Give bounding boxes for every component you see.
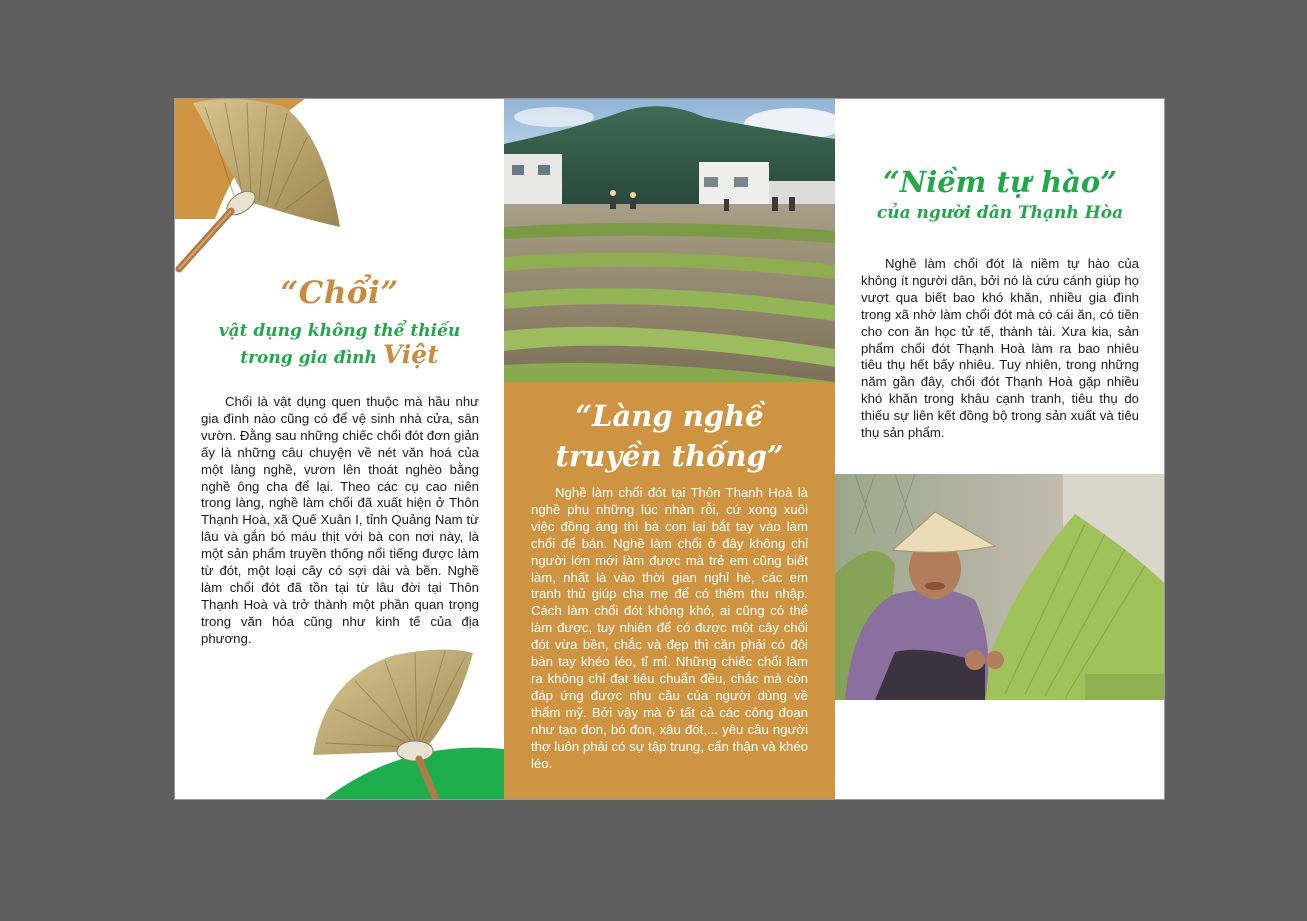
subtitle-line-1: vật dụng không thể thiếu	[218, 321, 461, 341]
panel-subtitle: vật dụng không thể thiếu trong gia đình …	[175, 319, 504, 370]
brochure-spread: “Chổi” vật dụng không thể thiếu trong gi…	[174, 98, 1165, 800]
broom-top-illustration	[175, 99, 340, 273]
subtitle-line-2-text: trong gia đình	[240, 348, 377, 368]
panel-choi: “Chổi” vật dụng không thể thiếu trong gi…	[175, 99, 504, 799]
broom-bottom-illustration	[313, 649, 473, 799]
title-line-1: “Làng nghề	[575, 399, 764, 433]
panel-title: “Chổi”	[280, 275, 399, 311]
panel-niem-tu-hao: “Niềm tự hào” của người dân Thạnh Hòa Ng…	[835, 99, 1164, 799]
subtitle-emphasis: Việt	[382, 340, 439, 369]
panel-lang-nghe: “Làng nghề truyền thống” Nghề làm chổi đ…	[504, 99, 835, 799]
village-field-photo	[504, 99, 835, 382]
title-line-2: truyền thống”	[555, 439, 784, 473]
woman-with-broom-photo	[835, 474, 1164, 700]
subtitle-line-2: trong gia đình Việt	[175, 340, 504, 370]
panel-body-text: Chổi là vật dụng quen thuộc mà hầu như g…	[201, 394, 479, 646]
panel-body-text: Nghề làm chổi đót là niềm tự hào của khô…	[861, 256, 1139, 441]
panel-title: “Làng nghề truyền thống”	[504, 396, 835, 476]
panel-title: “Niềm tự hào”	[883, 165, 1117, 199]
panel-body-text: Nghề làm chổi đót tại Thôn Thạnh Hoà là …	[531, 485, 809, 771]
panel-subtitle: của người dân Thạnh Hòa	[876, 203, 1124, 223]
